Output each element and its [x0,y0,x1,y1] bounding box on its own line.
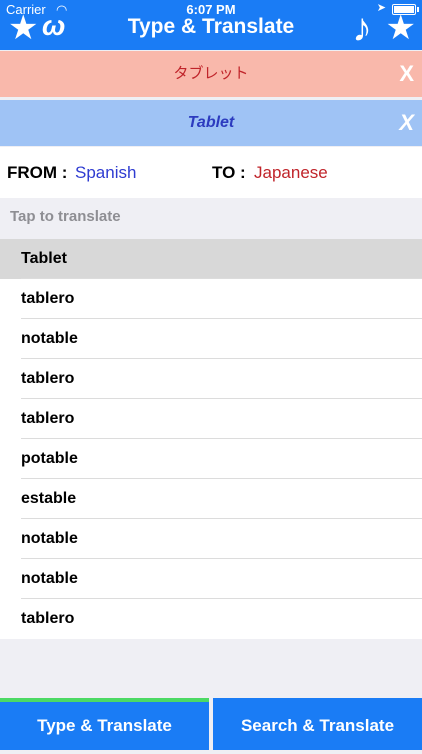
clear-translation-button[interactable]: X [399,51,414,97]
list-item[interactable]: notable [0,319,422,359]
list-item[interactable]: estable [0,479,422,519]
nav-bar: ★ ω Type & Translate ♪ ★ [0,6,422,50]
list-item[interactable]: tablero [0,359,422,399]
source-text: Tablet [187,114,235,131]
from-label: FROM : [7,163,68,182]
translated-text: タブレット [173,65,249,82]
tab-bar: Type & Translate Search & Translate [0,698,422,750]
to-label: TO : [212,163,246,182]
from-language-select[interactable]: Spanish [75,147,136,198]
list-item[interactable]: notable [0,519,422,559]
source-text-bar[interactable]: Tablet X [0,100,422,146]
list-item[interactable]: Tablet [0,239,422,279]
list-item[interactable]: tablero [0,399,422,439]
tab-search-translate[interactable]: Search & Translate [213,698,422,750]
list-item[interactable]: potable [0,439,422,479]
tab-type-translate[interactable]: Type & Translate [0,698,209,750]
list-item[interactable]: tablero [0,279,422,319]
list-item[interactable]: tablero [0,599,422,639]
star-icon[interactable]: ★ [386,8,416,48]
clear-source-button[interactable]: X [399,100,414,146]
suggestion-list: Tablet tablero notable tablero tablero p… [0,239,422,639]
translation-result-bar[interactable]: タブレット X [0,51,422,97]
language-selector-row: FROM : Spanish TO : Japanese [0,147,422,198]
music-note-icon[interactable]: ♪ [352,6,372,51]
to-language-select[interactable]: Japanese [254,147,328,198]
tap-hint: Tap to translate [10,208,121,225]
list-item[interactable]: notable [0,559,422,599]
